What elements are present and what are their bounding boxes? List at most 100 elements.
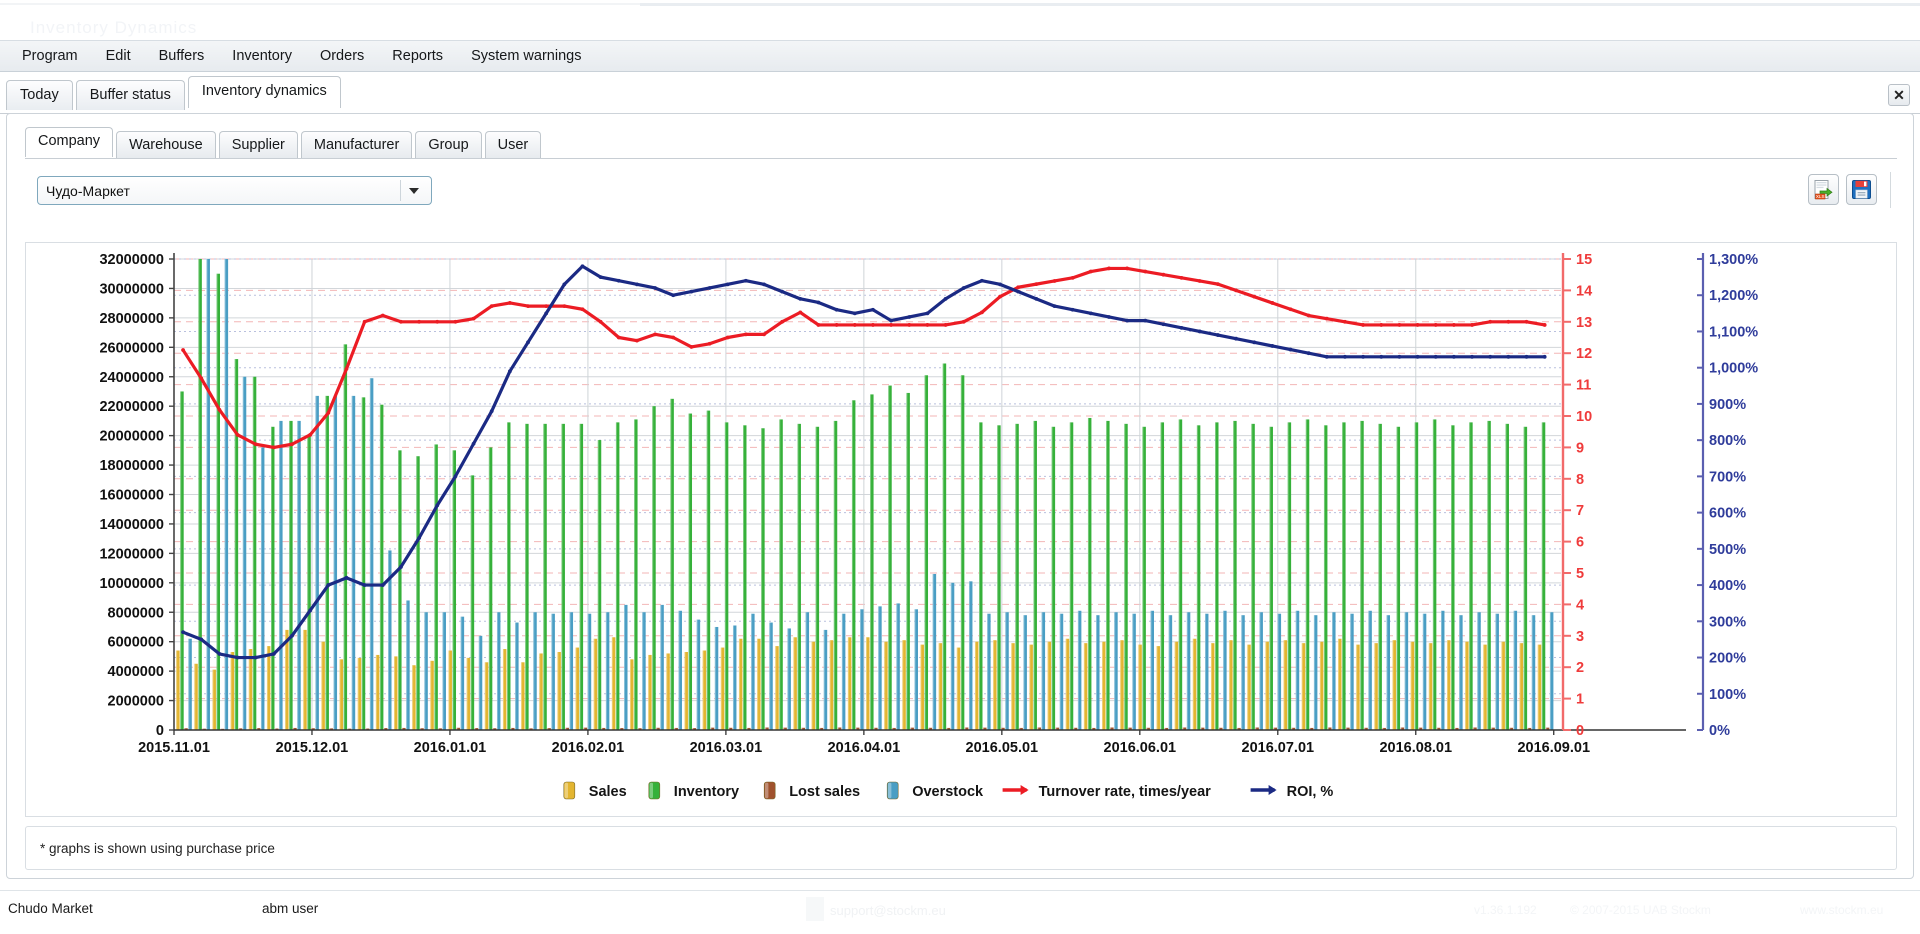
menu-item-system-warnings[interactable]: System warnings (457, 44, 595, 68)
bar-inventory (1069, 422, 1074, 730)
menu-item-buffers[interactable]: Buffers (145, 44, 219, 68)
window-ghost-title: Inventory Dynamics (30, 18, 198, 37)
menu-item-orders[interactable]: Orders (306, 44, 378, 68)
subtab-company[interactable]: Company (25, 127, 114, 157)
bar-sales (666, 653, 670, 730)
bar-inventory (851, 400, 856, 730)
bar-overstock (1096, 615, 1100, 730)
bar-overstock (987, 613, 991, 730)
svg-text:10: 10 (1576, 409, 1592, 425)
window-title-strip: Inventory Dynamics (0, 0, 1920, 40)
bar-sales (811, 641, 816, 730)
menu-item-program[interactable]: Program (8, 44, 92, 68)
bar-inventory (1505, 423, 1509, 730)
bar-inventory (1196, 425, 1201, 730)
status-website[interactable]: www.stockm.eu (1800, 903, 1883, 917)
status-company: Chudo Market (8, 901, 93, 916)
svg-text:2016.01.01: 2016.01.01 (414, 740, 487, 756)
legend-item-lost-sales: Lost sales (763, 781, 860, 800)
export-to-excel-button[interactable]: XLS (1808, 174, 1839, 205)
bar-overstock (260, 447, 265, 730)
tab-buffer-status[interactable]: Buffer status (75, 80, 185, 110)
status-support-email[interactable]: support@stockm.eu (830, 903, 946, 918)
bar-inventory (1269, 426, 1273, 730)
subtab-user[interactable]: User (484, 131, 542, 159)
svg-text:20000000: 20000000 (99, 429, 164, 445)
bar-inventory (1432, 419, 1437, 730)
subtab-warehouse[interactable]: Warehouse (116, 131, 216, 159)
bar-sales (248, 649, 253, 730)
subtab-group[interactable]: Group (415, 131, 482, 159)
menu-item-reports[interactable]: Reports (378, 44, 457, 68)
svg-text:900%: 900% (1709, 397, 1746, 413)
bar-sales (502, 649, 507, 730)
bar-overstock (369, 378, 374, 730)
bar-overstock (1005, 612, 1009, 730)
bar-inventory (997, 425, 1001, 730)
subtab-supplier[interactable]: Supplier (218, 131, 298, 159)
svg-text:2016.05.01: 2016.05.01 (966, 740, 1039, 756)
bar-inventory (815, 426, 820, 730)
bar-inventory (597, 440, 602, 730)
svg-text:3: 3 (1576, 629, 1584, 645)
company-select-value: Чудо-Маркет (46, 182, 130, 199)
bar-overstock (1459, 615, 1463, 730)
svg-text:ROI, %: ROI, % (1287, 784, 1334, 800)
svg-text:5: 5 (1576, 566, 1584, 582)
bar-sales (1102, 641, 1106, 730)
bar-inventory (743, 425, 747, 730)
menu-item-inventory[interactable]: Inventory (218, 44, 306, 68)
svg-text:2016.06.01: 2016.06.01 (1104, 740, 1177, 756)
svg-text:11: 11 (1576, 378, 1591, 394)
bar-overstock (660, 604, 664, 730)
legend-item-inventory: Inventory (648, 781, 739, 800)
bar-overstock (1023, 615, 1027, 730)
bar-sales (1428, 643, 1433, 730)
bar-inventory (888, 385, 892, 730)
bar-inventory (416, 456, 420, 730)
bar-inventory (452, 450, 457, 730)
bar-inventory (1323, 425, 1328, 730)
bar-inventory (1215, 422, 1219, 730)
bar-overstock (1386, 615, 1391, 730)
bar-sales (1210, 643, 1215, 730)
svg-text:1,200%: 1,200% (1709, 288, 1758, 304)
bar-overstock (932, 573, 937, 730)
bar-inventory (325, 395, 329, 730)
bar-inventory (216, 273, 221, 730)
bar-sales (466, 657, 471, 730)
bar-inventory (942, 363, 947, 730)
save-button[interactable] (1846, 174, 1877, 205)
svg-text:28000000: 28000000 (99, 311, 164, 327)
bar-inventory (470, 475, 475, 730)
bar-sales (1319, 641, 1324, 730)
bar-inventory (1087, 417, 1092, 730)
company-select[interactable]: Чудо-Маркет (37, 176, 432, 205)
bar-sales (847, 637, 852, 730)
svg-text:2016.03.01: 2016.03.01 (690, 740, 763, 756)
svg-text:2016.08.01: 2016.08.01 (1379, 740, 1452, 756)
svg-text:16000000: 16000000 (99, 488, 164, 504)
bar-sales (1537, 644, 1542, 730)
bar-inventory (1414, 422, 1419, 730)
svg-text:6000000: 6000000 (108, 635, 164, 651)
bar-sales (1156, 646, 1160, 730)
bar-inventory (343, 344, 348, 730)
bar-overstock (242, 376, 247, 730)
bar-overstock (642, 612, 646, 730)
bar-overstock (533, 612, 537, 730)
tab-inventory-dynamics[interactable]: Inventory dynamics (187, 76, 341, 109)
bar-inventory (1051, 426, 1056, 730)
bar-sales (920, 644, 924, 730)
bar-overstock (1205, 613, 1209, 730)
subtab-manufacturer[interactable]: Manufacturer (300, 131, 413, 159)
close-icon[interactable]: ✕ (1888, 84, 1910, 106)
bar-inventory (924, 375, 929, 730)
bar-overstock (605, 612, 610, 730)
svg-text:0%: 0% (1709, 723, 1730, 739)
svg-text:XLS: XLS (1816, 194, 1825, 199)
menu-item-edit[interactable]: Edit (92, 44, 145, 68)
bar-overstock (1077, 610, 1082, 730)
tab-today[interactable]: Today (6, 80, 73, 110)
bar-inventory (870, 394, 874, 730)
